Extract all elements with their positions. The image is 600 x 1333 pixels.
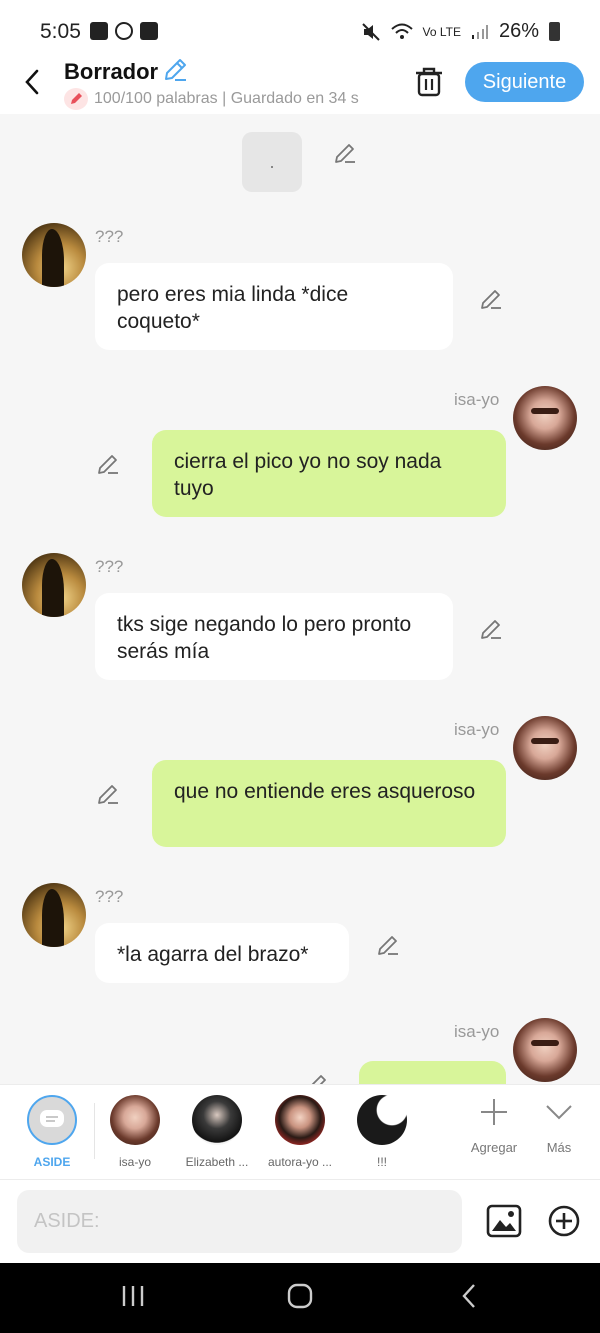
character-label: Elizabeth ...	[185, 1155, 249, 1169]
image-icon[interactable]	[486, 1204, 522, 1238]
avatar-unknown[interactable]	[22, 883, 86, 947]
chat-area[interactable]: . ??? pero eres mia linda *dice coqueto*…	[0, 114, 600, 1084]
draft-status: 100/100 palabras | Guardado en 34 s	[64, 88, 391, 110]
edit-message-pencil-icon[interactable]	[96, 782, 120, 806]
edit-message-pencil-icon[interactable]	[479, 287, 503, 311]
edit-title-pencil-icon[interactable]	[162, 57, 188, 83]
message-input[interactable]	[17, 1190, 462, 1253]
battery-icon	[549, 22, 560, 41]
avatar-isa-yo[interactable]	[513, 386, 577, 450]
avatar-isa-yo[interactable]	[513, 1018, 577, 1082]
message-bubble-outgoing[interactable]: cierra el pico yo no soy nada tuyo	[152, 430, 506, 517]
page-title: Borrador	[64, 59, 159, 84]
composer-bar	[0, 1179, 600, 1263]
whatsapp-notification-icon	[115, 22, 133, 40]
sender-name: ???	[95, 557, 124, 576]
network-label: Vo LTE	[422, 24, 461, 39]
chevron-down-icon	[546, 1105, 572, 1120]
sender-name: ???	[95, 227, 124, 246]
character-exclamations[interactable]: !!!	[340, 1095, 424, 1169]
character-isa-yo[interactable]: isa-yo	[93, 1095, 177, 1169]
add-label: Agregar	[470, 1140, 518, 1155]
status-bar: 5:05 Vo LTE 26%	[0, 0, 600, 60]
draft-status-text: 100/100 palabras | Guardado en 34 s	[94, 90, 359, 107]
sender-name: isa-yo	[454, 720, 500, 739]
avatar-isa-yo[interactable]	[513, 716, 577, 780]
add-circle-icon[interactable]	[548, 1205, 580, 1237]
character-avatar	[357, 1095, 407, 1145]
system-nav-bar	[0, 1263, 600, 1333]
mute-icon	[361, 22, 380, 41]
character-label: !!!	[376, 1155, 387, 1169]
add-character-button[interactable]: Agregar	[462, 1097, 526, 1155]
system-message[interactable]: .	[242, 132, 302, 192]
sender-name: isa-yo	[454, 1022, 500, 1041]
more-button[interactable]: Más	[527, 1097, 591, 1155]
checkbox-notification-icon	[140, 22, 158, 40]
avatar-unknown[interactable]	[22, 553, 86, 617]
gallery-notification-icon	[90, 22, 108, 40]
edit-message-pencil-icon[interactable]	[96, 452, 120, 476]
character-aside[interactable]: ASIDE	[10, 1095, 94, 1169]
message-bubble-incoming[interactable]: *la agarra del brazo*	[95, 923, 349, 983]
character-label: isa-yo	[118, 1155, 151, 1169]
sender-name: ???	[95, 887, 124, 906]
chat-editor-screen: 5:05 Vo LTE 26% Borrador 100/100 palabra…	[0, 0, 600, 1333]
character-avatar	[110, 1095, 160, 1145]
aside-chat-icon	[27, 1095, 77, 1145]
pencil-badge-icon	[64, 88, 88, 110]
avatar-unknown[interactable]	[22, 223, 86, 287]
plus-icon	[481, 1099, 507, 1125]
edit-message-pencil-icon[interactable]	[305, 1072, 329, 1084]
character-label: ASIDE	[33, 1155, 71, 1169]
message-bubble-incoming[interactable]: pero eres mia linda *dice coqueto*	[95, 263, 453, 350]
back-nav-icon[interactable]	[458, 1283, 484, 1309]
status-time: 5:05	[40, 20, 81, 43]
notification-icons	[90, 22, 158, 40]
wifi-icon	[390, 23, 413, 39]
battery-percent: 26%	[498, 20, 539, 42]
edit-message-pencil-icon[interactable]	[479, 617, 503, 641]
home-icon[interactable]	[287, 1283, 313, 1309]
back-arrow-icon[interactable]	[22, 68, 42, 96]
message-bubble-outgoing[interactable]	[359, 1061, 506, 1084]
trash-icon[interactable]	[414, 64, 444, 98]
sender-name: isa-yo	[454, 390, 500, 409]
message-bubble-incoming[interactable]: tks sige negando lo pero pronto serás mí…	[95, 593, 453, 680]
character-avatar	[275, 1095, 325, 1145]
character-autora-yo[interactable]: autora-yo ...	[258, 1095, 342, 1169]
character-label: autora-yo ...	[267, 1155, 333, 1169]
character-elizabeth[interactable]: Elizabeth ...	[175, 1095, 259, 1169]
signal-icon	[471, 24, 488, 39]
next-button[interactable]: Siguiente	[465, 62, 584, 102]
app-header: Borrador 100/100 palabras | Guardado en …	[0, 57, 600, 114]
recent-apps-icon[interactable]	[120, 1283, 146, 1309]
edit-message-pencil-icon[interactable]	[376, 933, 400, 957]
more-label: Más	[546, 1140, 572, 1155]
character-avatar	[192, 1095, 242, 1145]
system-indicators: Vo LTE 26%	[361, 20, 560, 43]
message-bubble-outgoing[interactable]: que no entiende eres asqueroso	[152, 760, 506, 847]
character-selector: ASIDE isa-yo Elizabeth ... autora-yo ...…	[0, 1084, 600, 1179]
edit-message-pencil-icon[interactable]	[333, 141, 357, 165]
